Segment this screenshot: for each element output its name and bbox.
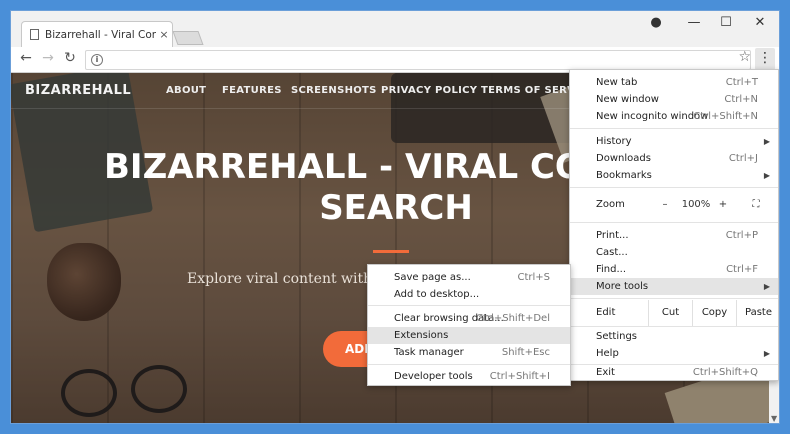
back-arrow-icon[interactable]: ←: [17, 50, 35, 66]
menu-item-find[interactable]: Find... Ctrl+F: [570, 261, 778, 278]
zoom-out-button[interactable]: –: [658, 192, 672, 218]
hero-title-line1: BIZARREHALL - VIRAL CON: [104, 147, 613, 187]
site-brand[interactable]: BIZARREHALL: [25, 83, 131, 98]
address-bar[interactable]: i: [85, 50, 751, 70]
reload-icon[interactable]: ↻: [61, 50, 79, 66]
menu-item-exit[interactable]: Exit Ctrl+Shift+Q: [570, 366, 778, 380]
menu-item-history[interactable]: History ▶: [570, 133, 778, 150]
paste-button[interactable]: Paste: [736, 300, 779, 326]
hero-divider: [373, 250, 409, 253]
chevron-right-icon: ▶: [763, 171, 770, 180]
menu-item-downloads[interactable]: Downloads Ctrl+J: [570, 150, 778, 167]
tab-close-icon[interactable]: ×: [156, 28, 172, 41]
menu-item-task-manager[interactable]: Task manager Shift+Esc: [368, 344, 570, 361]
menu-item-settings[interactable]: Settings: [570, 328, 778, 345]
menu-item-zoom: Zoom – 100% + ⛶: [570, 192, 778, 218]
close-window-button[interactable]: ✕: [749, 15, 771, 30]
chevron-right-icon: ▶: [763, 137, 770, 146]
document-icon: [30, 29, 39, 40]
chrome-menu-button[interactable]: ⋮: [755, 48, 775, 70]
menu-item-edit: Edit Cut Copy Paste: [570, 300, 778, 326]
zoom-in-button[interactable]: +: [716, 192, 730, 218]
nav-link-features[interactable]: FEATURES: [222, 85, 282, 96]
menu-item-cast[interactable]: Cast...: [570, 244, 778, 261]
menu-item-more-tools[interactable]: More tools ▶: [570, 278, 778, 295]
browser-window: Bizarrehall - Viral Conte × ● — ☐ ✕ ← → …: [10, 10, 780, 424]
title-bar: Bizarrehall - Viral Conte × ● — ☐ ✕: [11, 11, 779, 47]
menu-item-clear-data[interactable]: Clear browsing data... Ctrl+Shift+Del: [368, 310, 570, 327]
menu-item-dev-tools[interactable]: Developer tools Ctrl+Shift+I: [368, 368, 570, 385]
nav-link-screenshots[interactable]: SCREENSHOTS: [291, 85, 377, 96]
bookmark-star-icon[interactable]: ☆: [738, 49, 751, 65]
menu-item-incognito[interactable]: New incognito window Ctrl+Shift+N: [570, 108, 778, 125]
menu-item-help[interactable]: Help ▶: [570, 345, 778, 362]
minimize-button[interactable]: —: [683, 15, 705, 30]
chrome-main-menu: New tab Ctrl+T New window Ctrl+N New incog…: [569, 69, 779, 381]
more-tools-submenu: Save page as... Ctrl+S Add to desktop... …: [367, 264, 571, 386]
menu-item-print[interactable]: Print... Ctrl+P: [570, 227, 778, 244]
chevron-right-icon: ▶: [763, 282, 770, 291]
fullscreen-icon[interactable]: ⛶: [748, 192, 764, 218]
tab-title: Bizarrehall - Viral Conte: [45, 28, 156, 41]
cut-button[interactable]: Cut: [648, 300, 692, 326]
zoom-level: 100%: [681, 199, 711, 210]
menu-item-extensions[interactable]: Extensions: [368, 327, 570, 344]
menu-item-add-desktop[interactable]: Add to desktop...: [368, 286, 570, 303]
chevron-right-icon: ▶: [763, 349, 770, 358]
maximize-button[interactable]: ☐: [715, 15, 737, 30]
new-tab-button[interactable]: [172, 31, 204, 45]
info-icon[interactable]: i: [91, 54, 103, 66]
scroll-down-icon[interactable]: ▼: [771, 414, 777, 423]
browser-tab[interactable]: Bizarrehall - Viral Conte ×: [21, 21, 173, 47]
hero-subtitle: Explore viral content with o: [187, 271, 386, 287]
copy-button[interactable]: Copy: [692, 300, 736, 326]
forward-arrow-icon[interactable]: →: [39, 50, 57, 66]
nav-link-privacy[interactable]: PRIVACY POLICY: [381, 85, 477, 96]
menu-item-bookmarks[interactable]: Bookmarks ▶: [570, 167, 778, 184]
menu-item-new-tab[interactable]: New tab Ctrl+T: [570, 74, 778, 91]
menu-item-new-window[interactable]: New window Ctrl+N: [570, 91, 778, 108]
nav-link-about[interactable]: ABOUT: [166, 85, 206, 96]
profile-icon[interactable]: ●: [645, 15, 667, 30]
menu-item-save-page[interactable]: Save page as... Ctrl+S: [368, 269, 570, 286]
